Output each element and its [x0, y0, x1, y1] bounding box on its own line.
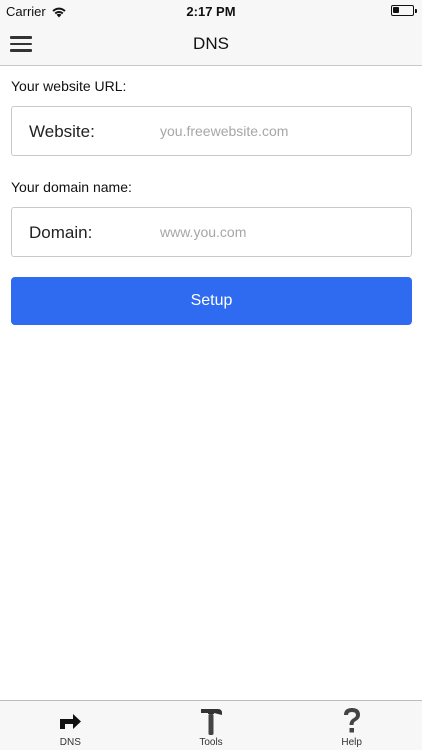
- domain-input[interactable]: [160, 219, 400, 245]
- status-bar: Carrier 2:17 PM: [0, 0, 422, 22]
- tab-label: Tools: [199, 737, 223, 748]
- battery-icon: [391, 5, 417, 16]
- battery-level: [393, 7, 399, 13]
- setup-button[interactable]: Setup: [11, 277, 412, 325]
- website-section-label: Your website URL:: [11, 78, 127, 94]
- tab-label: Help: [341, 737, 362, 748]
- app-screen: Carrier 2:17 PM DNS Your website URL: We…: [0, 0, 422, 750]
- navigation-bar: DNS: [0, 22, 422, 66]
- website-field[interactable]: Website:: [11, 106, 412, 156]
- domain-section-label: Your domain name:: [11, 179, 132, 195]
- share-arrow-icon: [55, 706, 85, 736]
- website-field-label: Website:: [29, 122, 95, 141]
- website-input[interactable]: [160, 118, 400, 144]
- tab-label: DNS: [59, 737, 81, 748]
- page-title: DNS: [193, 34, 229, 53]
- question-mark-icon: [337, 706, 367, 736]
- tab-help[interactable]: Help: [281, 701, 422, 750]
- tab-bar: DNS Tools Help: [0, 700, 422, 750]
- domain-field-label: Domain:: [29, 223, 93, 242]
- domain-field[interactable]: Domain:: [11, 207, 412, 257]
- status-time: 2:17 PM: [186, 4, 236, 19]
- tab-dns[interactable]: DNS: [0, 701, 141, 750]
- tab-tools[interactable]: Tools: [141, 701, 282, 750]
- hammer-icon: [196, 706, 226, 736]
